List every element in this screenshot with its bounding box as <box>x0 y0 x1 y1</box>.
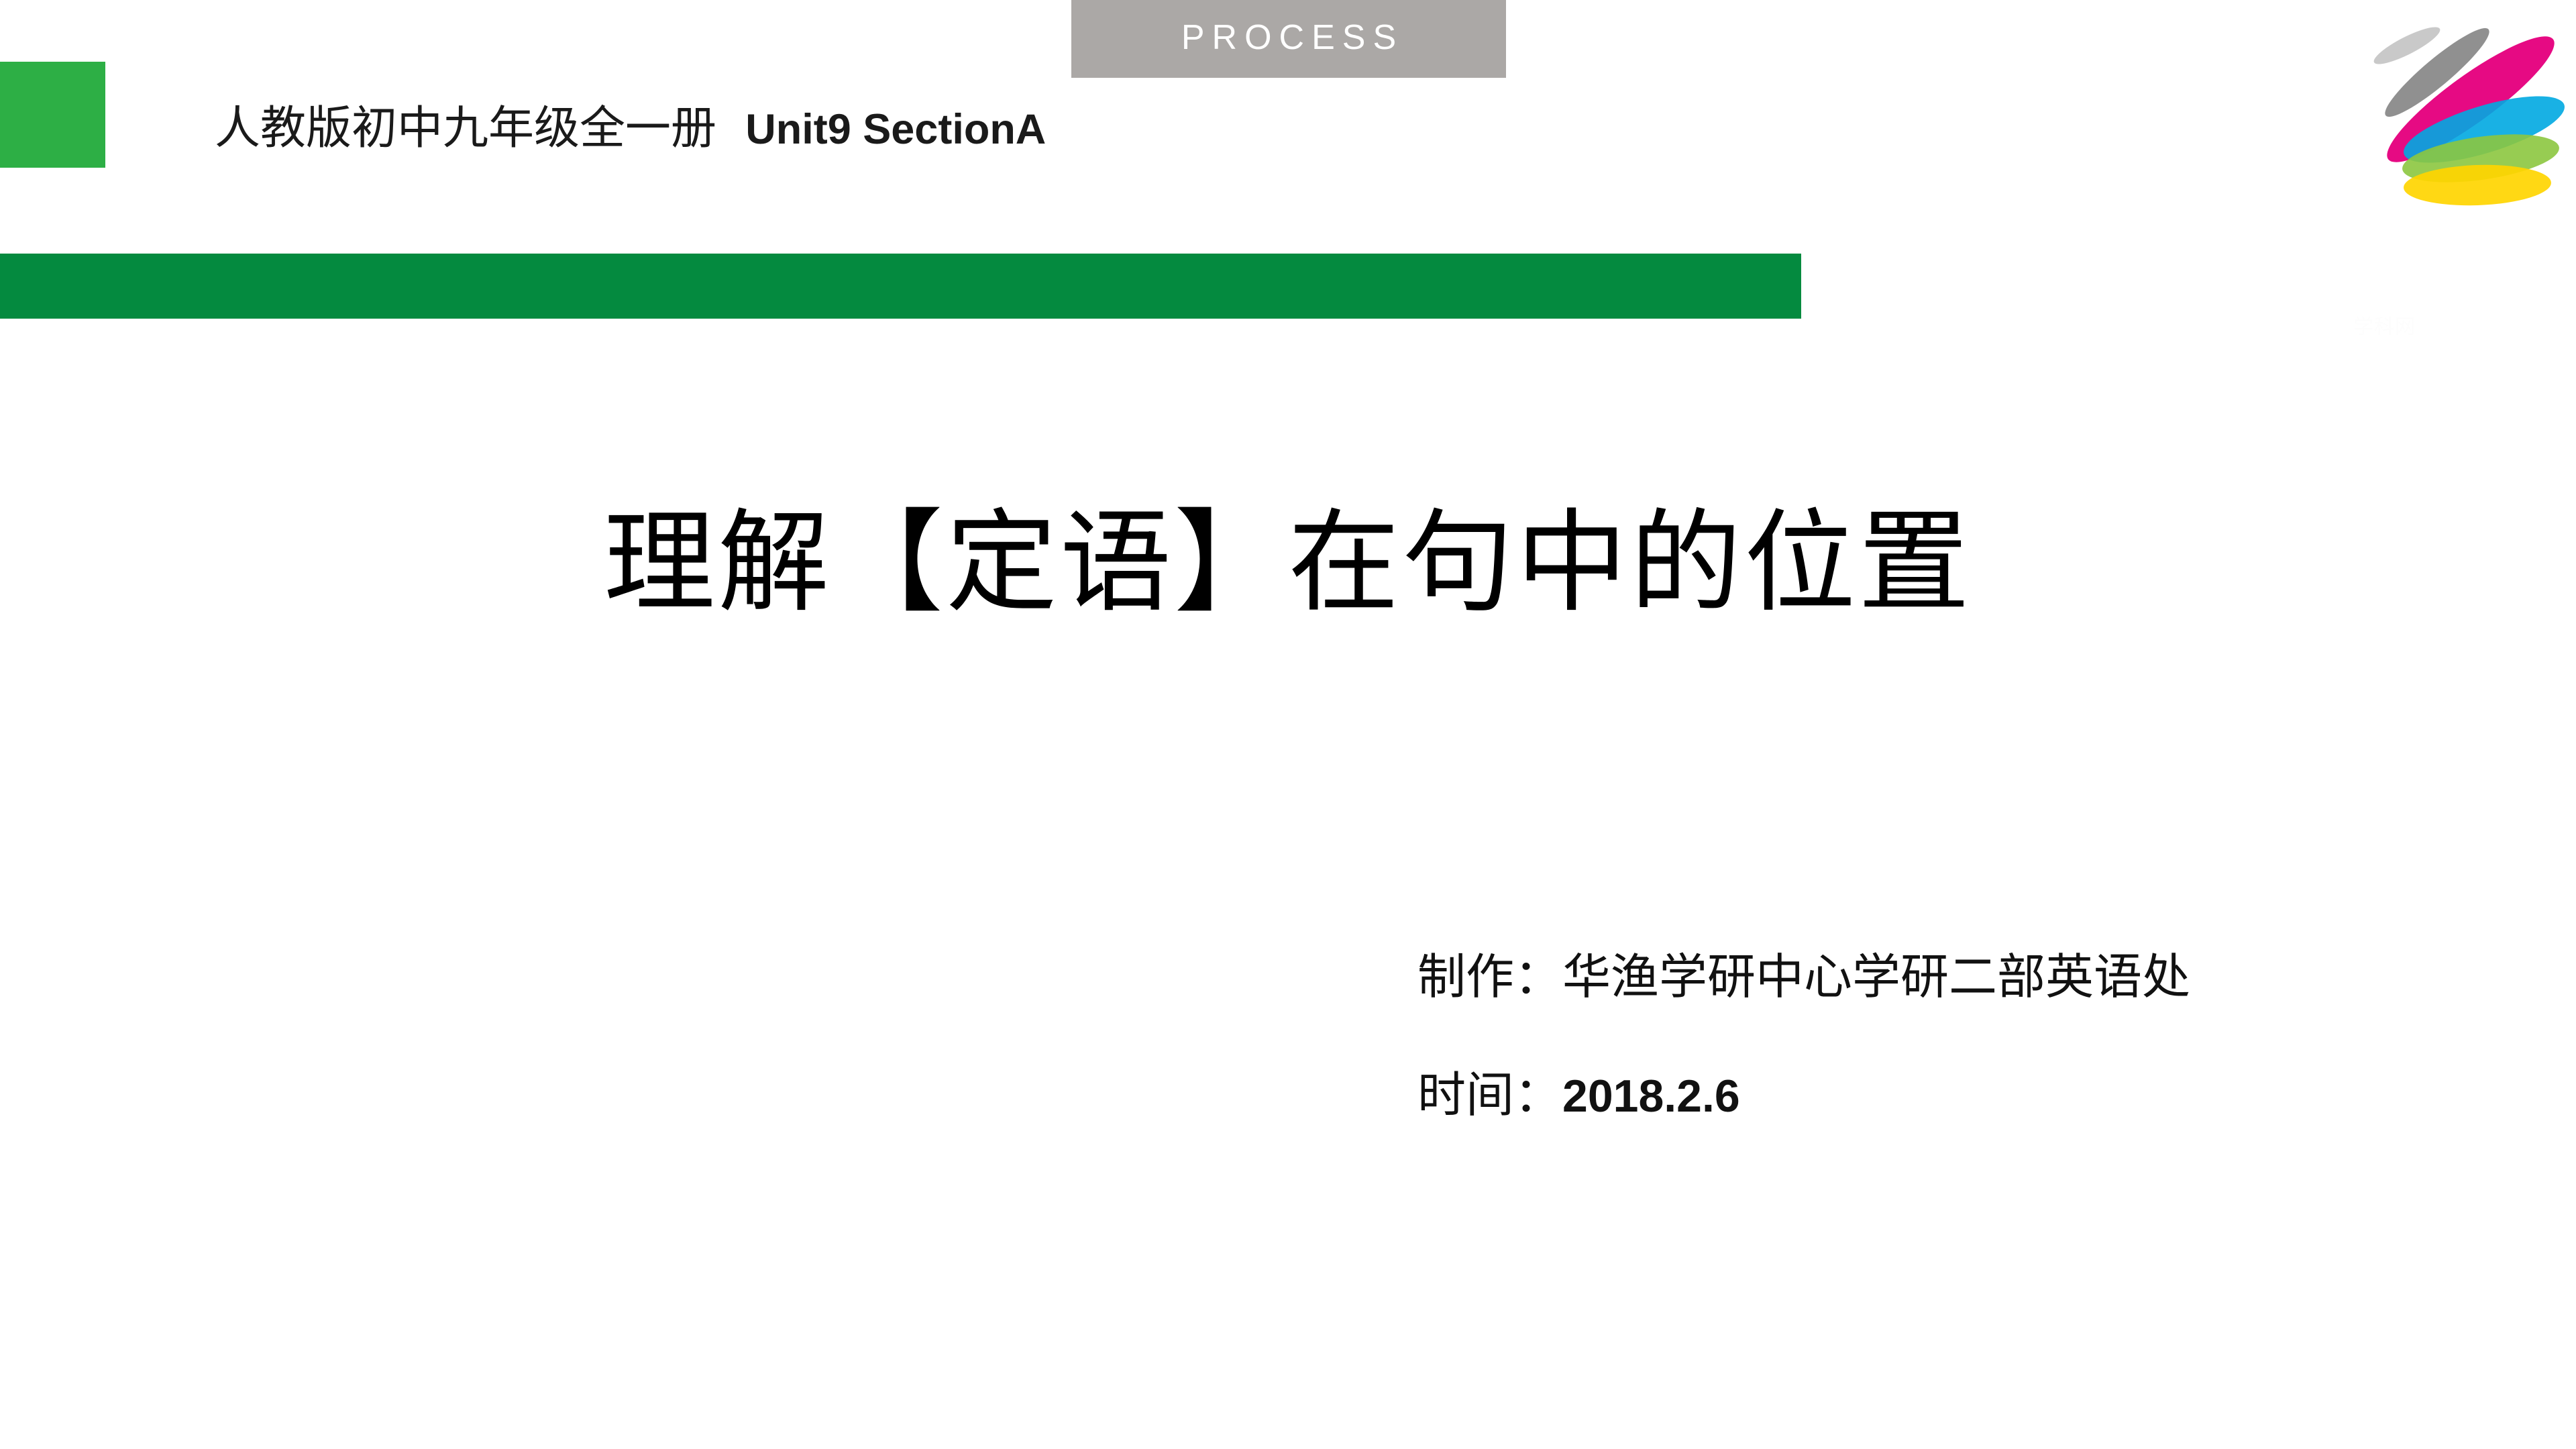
watermark-text: 学科网 <box>2353 316 2416 338</box>
header-course-cn: 人教版初中九年级全一册 <box>215 102 717 155</box>
green-divider-bar <box>0 254 1801 319</box>
header-course-gap <box>716 102 745 155</box>
process-banner-label: PROCESS <box>1181 18 1404 57</box>
credit-date-label: 时间： <box>1417 1067 1563 1123</box>
accent-square <box>0 62 105 168</box>
header-course-line: 人教版初中九年级全一册 Unit9 SectionA <box>215 102 1046 155</box>
huayu-leaf-logo <box>2367 5 2568 220</box>
process-banner: PROCESS <box>1071 0 1506 78</box>
slide-canvas: PROCESS 人教版初中九年级全一册 Unit9 SectionA 理解【定语… <box>0 0 2576 1449</box>
header-course-en: Unit9 SectionA <box>745 106 1046 153</box>
page-title: 理解【定语】在句中的位置 <box>604 498 1972 628</box>
credits-block: 制作：华渔学研中心学研二部英语处 时间：2018.2.6 <box>1417 953 2190 1119</box>
credit-author-line: 制作：华渔学研中心学研二部英语处 <box>1417 949 2191 1005</box>
credit-date-value: 2018.2.6 <box>1562 1071 1740 1122</box>
credit-date-line: 时间：2018.2.6 <box>1417 1071 2190 1119</box>
